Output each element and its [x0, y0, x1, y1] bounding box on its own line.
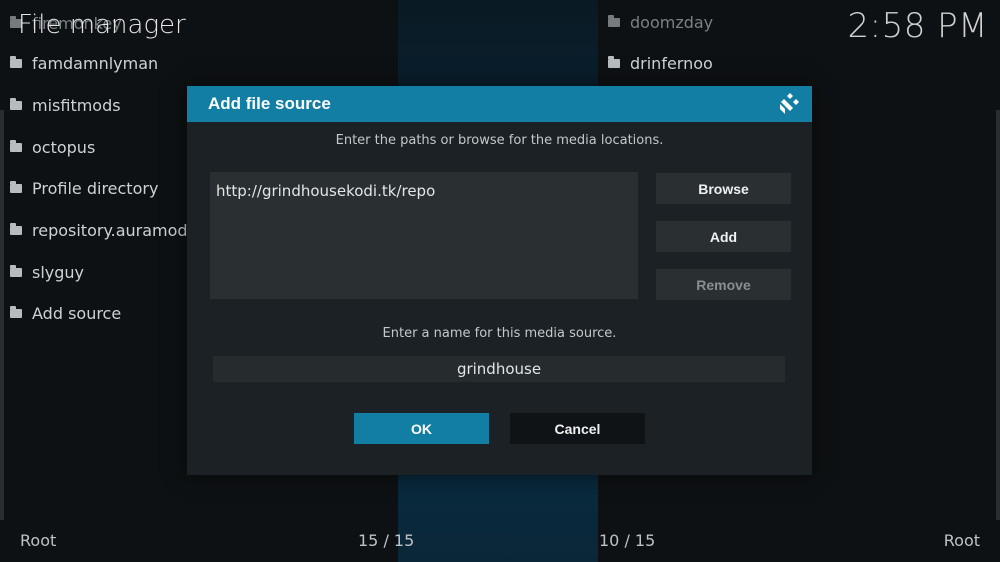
remove-button[interactable]: Remove: [656, 269, 791, 300]
folder-icon: [10, 98, 22, 110]
cancel-button[interactable]: Cancel: [510, 413, 645, 444]
left-footer-path: Root: [20, 531, 57, 550]
dialog-header: Add file source: [187, 86, 812, 122]
page-title: File manager: [18, 10, 186, 40]
folder-icon: [608, 15, 620, 27]
name-instruction: Enter a name for this media source.: [382, 326, 617, 341]
list-item[interactable]: repository.auramod: [10, 221, 188, 240]
list-item-label: slyguy: [32, 263, 85, 282]
add-source-dialog: Add file source Enter the paths or brows…: [187, 86, 812, 475]
paths-instruction: Enter the paths or browse for the media …: [335, 133, 664, 148]
left-scrollbar[interactable]: [0, 110, 4, 520]
list-item[interactable]: famdamnlyman: [10, 54, 158, 73]
clock: 2:58 PM: [847, 6, 988, 46]
folder-icon: [608, 56, 620, 68]
list-item[interactable]: Profile directory: [10, 179, 158, 198]
list-item-label: Profile directory: [32, 179, 159, 198]
list-item[interactable]: doomzday: [608, 13, 713, 32]
folder-icon: [10, 306, 22, 318]
kodi-logo-icon: [780, 93, 799, 114]
add-button[interactable]: Add: [656, 221, 791, 252]
ok-button[interactable]: OK: [354, 413, 489, 444]
folder-icon: [10, 56, 22, 68]
list-item[interactable]: Add source: [10, 304, 121, 323]
source-name-field[interactable]: grindhouse: [213, 356, 785, 382]
folder-icon: [10, 265, 22, 277]
list-item[interactable]: misfitmods: [10, 96, 121, 115]
path-item[interactable]: http://grindhousekodi.tk/repo: [216, 182, 435, 200]
list-item-label: repository.auramod: [32, 221, 188, 240]
folder-icon: [10, 181, 22, 193]
list-item-label: drinfernoo: [630, 54, 713, 73]
list-item-label: misfitmods: [32, 96, 121, 115]
folder-icon: [10, 223, 22, 235]
right-footer-count: 10 / 15: [599, 531, 656, 550]
list-item[interactable]: drinfernoo: [608, 54, 713, 73]
right-scrollbar[interactable]: [996, 110, 1000, 520]
list-item[interactable]: octopus: [10, 138, 95, 157]
list-item-label: famdamnlyman: [32, 54, 159, 73]
list-item-label: doomzday: [630, 13, 714, 32]
left-footer-count: 15 / 15: [358, 531, 415, 550]
browse-button[interactable]: Browse: [656, 173, 791, 204]
paths-list[interactable]: http://grindhousekodi.tk/repo: [210, 172, 638, 299]
list-item[interactable]: slyguy: [10, 263, 84, 282]
right-footer-path: Root: [943, 531, 980, 550]
folder-icon: [10, 140, 22, 152]
list-item-label: octopus: [32, 138, 96, 157]
list-item-label: Add source: [32, 304, 122, 323]
dialog-title: Add file source: [208, 94, 331, 113]
